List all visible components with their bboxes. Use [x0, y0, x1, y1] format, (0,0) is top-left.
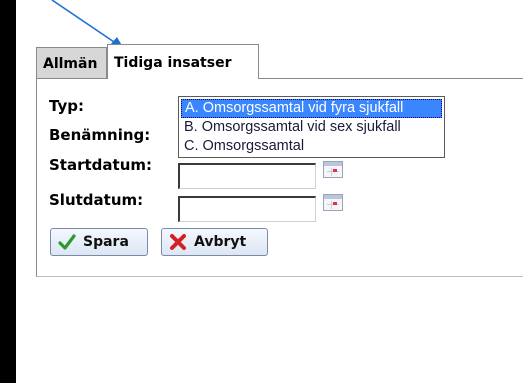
end-date-input[interactable] [178, 196, 316, 222]
cancel-button-label: Avbryt [194, 234, 247, 250]
start-date-input[interactable] [178, 163, 316, 189]
tab-early-interventions-label: Tidiga insatser [114, 55, 232, 71]
tab-general-label: Allmän [43, 56, 98, 72]
end-date-calendar-icon[interactable] [323, 194, 343, 211]
start-date-calendar-icon[interactable] [323, 161, 343, 178]
cancel-button[interactable]: Avbryt [161, 228, 268, 256]
dropdown-option[interactable]: B. Omsorgssamtal vid sex sjukfall [181, 118, 442, 137]
dropdown-option[interactable]: C. Omsorgssamtal [181, 137, 442, 156]
tab-early-interventions[interactable]: Tidiga insatser [107, 44, 259, 80]
red-x-icon [170, 234, 186, 250]
end-date-label: Slutdatum: [49, 191, 144, 209]
save-button-label: Spara [83, 234, 129, 250]
dropdown-option[interactable]: A. Omsorgssamtal vid fyra sjukfall [181, 99, 442, 118]
type-dropdown-list[interactable]: A. Omsorgssamtal vid fyra sjukfall B. Om… [178, 96, 445, 158]
save-button[interactable]: Spara [50, 228, 148, 256]
checkmark-icon [58, 234, 76, 250]
type-label: Typ: [49, 97, 84, 115]
name-label: Benämning: [49, 126, 151, 144]
start-date-label: Startdatum: [49, 156, 153, 174]
tab-general[interactable]: Allmän [36, 47, 107, 78]
